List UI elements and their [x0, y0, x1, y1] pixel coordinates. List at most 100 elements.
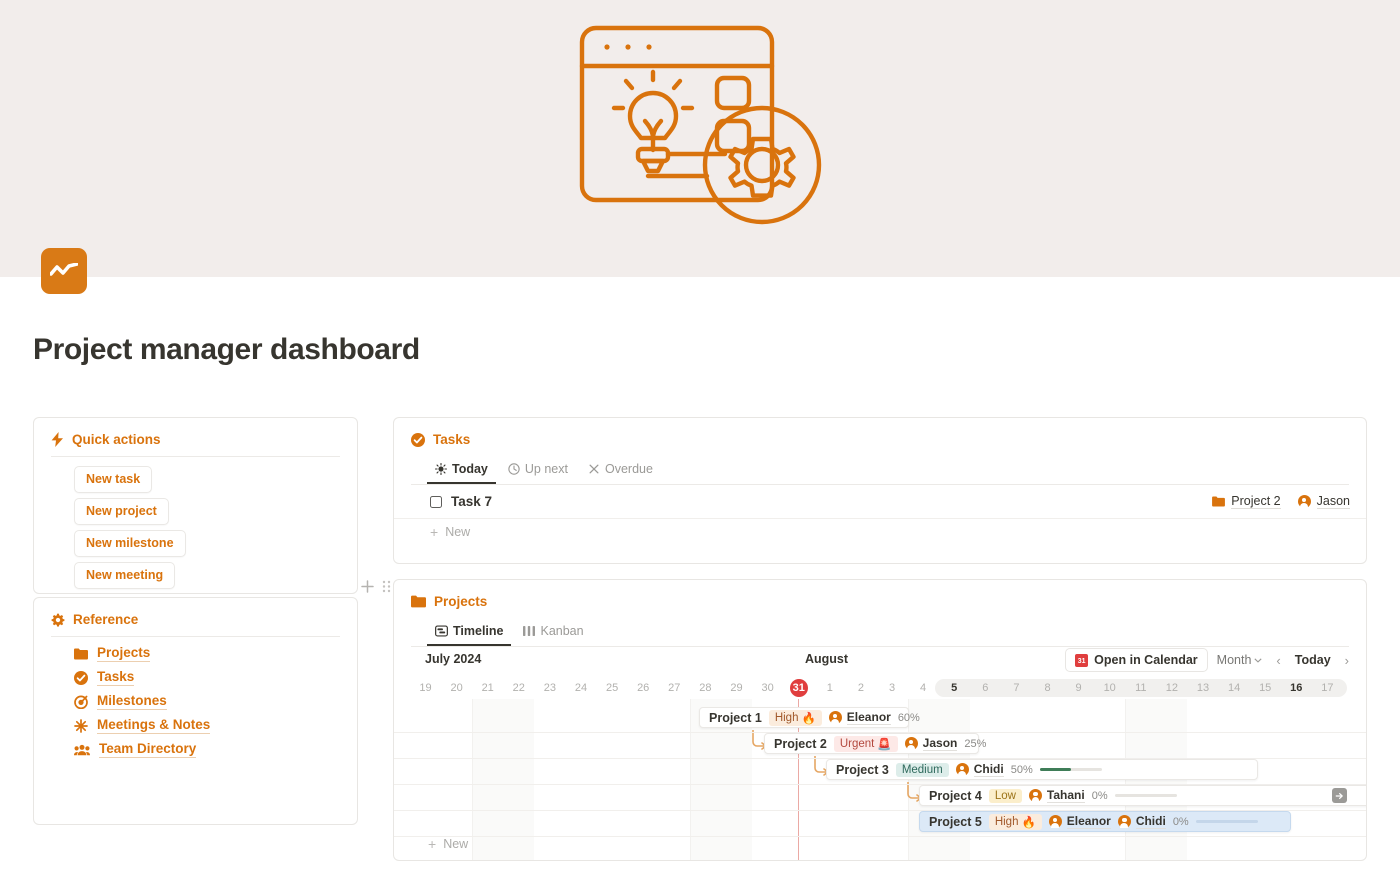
priority-label: Urgent — [839, 737, 875, 750]
quick-actions-title: Quick actions — [72, 432, 161, 447]
timeline-today-marker: 31 — [789, 679, 808, 697]
new-milestone-button[interactable]: New milestone — [74, 530, 186, 557]
timeline-new-row-button[interactable]: + New — [428, 837, 468, 851]
timeline-day-label: 23 — [543, 682, 557, 694]
timeline-day-label: 2 — [857, 682, 864, 694]
task-title: Task 7 — [451, 494, 493, 509]
tab-timeline[interactable]: Timeline — [427, 620, 511, 646]
check-circle-icon — [74, 670, 88, 685]
timeline-day-label: 14 — [1227, 682, 1241, 694]
progress-bar — [1114, 794, 1177, 797]
reference-item-label: Tasks — [97, 669, 135, 686]
reference-item-team-directory[interactable]: Team Directory — [74, 741, 197, 758]
timeline-bar-assignee[interactable]: Eleanor — [1048, 814, 1111, 829]
tab-up-next[interactable]: Up next — [500, 458, 576, 484]
timeline-day-label: 6 — [982, 682, 989, 694]
timeline-new-label: New — [443, 837, 469, 851]
timeline-bar-assignee[interactable]: Tahani — [1028, 788, 1085, 803]
timeline-zoom-label: Month — [1216, 653, 1252, 667]
timeline-month-july: July 2024 — [425, 652, 482, 666]
timeline-day-label: 22 — [512, 682, 525, 694]
timeline-prev-button[interactable]: ‹ — [1271, 649, 1285, 672]
timeline-day-label: 25 — [605, 682, 619, 694]
tasks-tabs: Today Up next Overdue — [394, 456, 1366, 484]
tab-overdue[interactable]: Overdue — [580, 458, 661, 484]
tasks-header: Tasks — [394, 418, 1366, 456]
timeline-bar-assignee[interactable]: Eleanor — [828, 710, 891, 725]
priority-badge: High 🔥 — [988, 813, 1042, 830]
open-in-calendar-button[interactable]: 31 Open in Calendar — [1065, 648, 1208, 672]
browser-window-lightbulb-gear-illustration — [579, 25, 822, 225]
timeline-bar[interactable]: Project 2 Urgent 🚨 Jason 25% — [764, 733, 986, 754]
priority-emoji-icon: 🚨 — [877, 738, 892, 751]
task-checkbox[interactable] — [430, 495, 442, 508]
priority-badge: Medium — [895, 762, 949, 777]
tab-label: Kanban — [540, 624, 584, 638]
tab-label: Today — [452, 462, 488, 476]
timeline-grid[interactable]: + New Project 1 High 🔥 Eleanor 60% Project 2U… — [394, 699, 1366, 860]
asterisk-icon — [74, 718, 88, 733]
reference-item-projects[interactable]: Projects — [74, 645, 151, 662]
assignee-name: Eleanor — [1066, 814, 1111, 829]
new-task-button[interactable]: New task — [74, 466, 153, 493]
person-avatar-icon — [904, 737, 918, 750]
assignee-name: Tahani — [1046, 788, 1085, 803]
timeline-bar[interactable]: Project 3 Medium Chidi 50% — [826, 759, 1258, 780]
divider — [411, 646, 1349, 647]
tasks-new-row-button[interactable]: + New — [394, 519, 1366, 539]
timeline-zoom-select[interactable]: Month — [1212, 649, 1268, 671]
timeline-controls: 31 Open in Calendar Month ‹ Today › — [1065, 648, 1354, 672]
timeline-day-label: 29 — [730, 682, 743, 694]
reference-item-label: Team Directory — [99, 741, 197, 758]
timeline-bar-assignee[interactable]: Chidi — [955, 762, 1004, 777]
gear-icon — [51, 613, 65, 626]
priority-label: High — [774, 711, 799, 724]
reference-item-label: Milestones — [97, 693, 167, 710]
timeline-next-button[interactable]: › — [1340, 649, 1354, 672]
timeline-bar-project-name: Project 1 — [709, 710, 762, 725]
timeline-bar-project-name: Project 2 — [774, 736, 827, 751]
progress-percent: 0% — [1172, 815, 1189, 828]
reference-item-tasks[interactable]: Tasks — [74, 669, 135, 686]
page-icon[interactable] — [41, 248, 87, 294]
person-avatar-icon — [1297, 495, 1311, 508]
timeline-bar-assignee[interactable]: Jason — [904, 736, 958, 751]
task-project[interactable]: Project 2 — [1212, 494, 1281, 509]
progress-percent: 50% — [1010, 763, 1033, 776]
plus-icon[interactable] — [361, 580, 374, 593]
reference-item-milestones[interactable]: Milestones — [74, 693, 167, 710]
table-row[interactable]: Task 7 Project 2 Jason — [394, 485, 1366, 519]
timeline-day-label: 1 — [826, 682, 833, 694]
tab-label: Timeline — [453, 624, 504, 638]
projects-title: Projects — [434, 594, 488, 609]
projects-header: Projects — [394, 580, 1366, 618]
timeline-day-label: 11 — [1135, 682, 1147, 694]
lightning-bolt-icon — [51, 432, 63, 447]
priority-emoji-icon: 🔥 — [1021, 816, 1036, 829]
people-icon — [74, 744, 90, 755]
task-assignee[interactable]: Jason — [1297, 494, 1350, 509]
priority-label: Medium — [901, 763, 943, 776]
timeline-bar-assignee[interactable]: Chidi — [1117, 814, 1166, 829]
drag-handle-icon[interactable] — [382, 580, 391, 593]
timeline-day-label: 3 — [888, 682, 896, 694]
timeline-bar[interactable]: Project 5 High 🔥 Eleanor Chidi 0% — [919, 811, 1291, 832]
timeline-day-label: 4 — [920, 682, 927, 694]
priority-badge: Urgent 🚨 — [833, 735, 898, 752]
timeline-bar[interactable]: Project 4 Low Tahani 0% — [919, 785, 1366, 806]
tab-today[interactable]: Today — [427, 458, 496, 484]
new-project-button[interactable]: New project — [74, 498, 169, 525]
timeline-bar[interactable]: Project 1 High 🔥 Eleanor 60% — [699, 707, 920, 728]
person-avatar-icon — [1048, 815, 1062, 828]
timeline-today-button[interactable]: Today — [1290, 649, 1336, 671]
reference-list: Projects Tasks Milestones Meetings & Not… — [34, 637, 357, 758]
calendar-icon: 31 — [1075, 653, 1089, 667]
target-icon — [74, 695, 88, 709]
priority-label: Low — [994, 789, 1016, 802]
new-meeting-button[interactable]: New meeting — [74, 562, 176, 589]
quick-actions-card: Quick actions New task New project New m… — [33, 417, 358, 594]
tab-kanban[interactable]: Kanban — [515, 620, 591, 646]
priority-emoji-icon: 🔥 — [801, 712, 816, 725]
arrow-right-button[interactable] — [1332, 788, 1347, 803]
reference-item-meetings-notes[interactable]: Meetings & Notes — [74, 717, 211, 734]
